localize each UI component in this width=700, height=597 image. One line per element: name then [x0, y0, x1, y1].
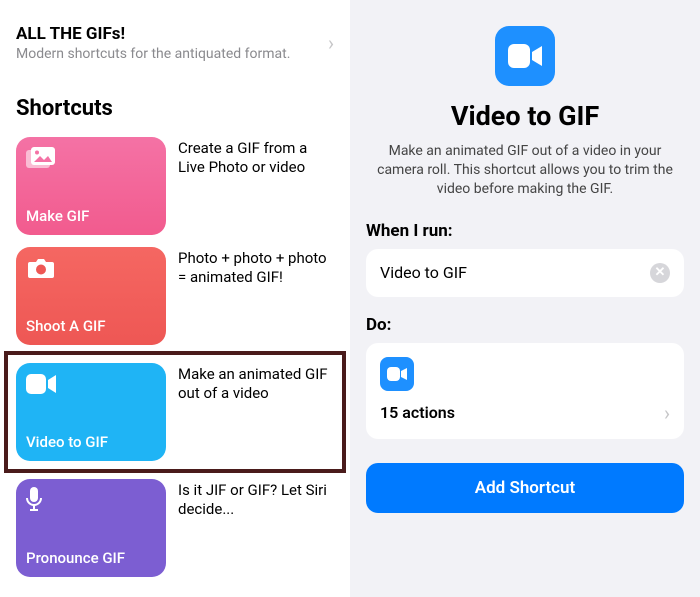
- detail-pane: Video to GIF Make an animated GIF out of…: [350, 0, 700, 597]
- shortcut-desc: Create a GIF from a Live Photo or video: [178, 137, 334, 177]
- video-icon: [495, 26, 555, 86]
- shortcut-card-shoot-gif[interactable]: Shoot A GIF: [16, 247, 166, 345]
- do-row: 15 actions ›: [380, 401, 670, 425]
- shortcut-row[interactable]: Pronounce GIF Is it JIF or GIF? Let Siri…: [0, 473, 350, 583]
- video-icon: [380, 357, 414, 391]
- shortcut-desc: Is it JIF or GIF? Let Siri decide...: [178, 479, 334, 519]
- add-shortcut-button[interactable]: Add Shortcut: [366, 463, 684, 513]
- chevron-right-icon: ›: [328, 31, 334, 55]
- clear-icon[interactable]: ✕: [650, 263, 670, 283]
- detail-title: Video to GIF: [366, 100, 684, 132]
- camera-icon: [26, 257, 58, 279]
- shortcut-row[interactable]: Shoot A GIF Photo + photo + photo = anim…: [0, 241, 350, 351]
- shortcut-label: Shoot A GIF: [26, 317, 156, 335]
- gallery-header[interactable]: ALL THE GIFs! Modern shortcuts for the a…: [0, 0, 350, 78]
- shortcut-desc: Make an animated GIF out of a video: [178, 363, 334, 403]
- shortcut-card-video-to-gif[interactable]: Video to GIF: [16, 363, 166, 461]
- gallery-pane: ALL THE GIFs! Modern shortcuts for the a…: [0, 0, 350, 597]
- shortcut-card-pronounce-gif[interactable]: Pronounce GIF: [16, 479, 166, 577]
- gallery-title: ALL THE GIFs!: [16, 24, 290, 44]
- photo-landscape-icon: [26, 147, 58, 169]
- shortcut-desc: Photo + photo + photo = animated GIF!: [178, 247, 334, 287]
- shortcut-label: Make GIF: [26, 207, 156, 225]
- do-card[interactable]: 15 actions ›: [366, 343, 684, 439]
- video-icon: [26, 373, 58, 395]
- chevron-right-icon: ›: [664, 401, 670, 425]
- shortcut-row[interactable]: Make GIF Create a GIF from a Live Photo …: [0, 131, 350, 241]
- shortcut-label: Pronounce GIF: [26, 549, 156, 567]
- when-input[interactable]: Video to GIF ✕: [366, 249, 684, 297]
- app-icon-wrap: [366, 26, 684, 86]
- actions-count: 15 actions: [380, 403, 455, 422]
- highlight-box: Video to GIF Make an animated GIF out of…: [4, 351, 346, 473]
- when-label: When I run:: [366, 221, 684, 241]
- detail-desc: Make an animated GIF out of a video in y…: [366, 142, 684, 199]
- microphone-icon: [26, 489, 58, 511]
- shortcut-row[interactable]: Video to GIF Make an animated GIF out of…: [16, 357, 334, 467]
- shortcut-card-make-gif[interactable]: Make GIF: [16, 137, 166, 235]
- gallery-subtitle: Modern shortcuts for the antiquated form…: [16, 46, 290, 62]
- do-label: Do:: [366, 315, 684, 335]
- gallery-header-text: ALL THE GIFs! Modern shortcuts for the a…: [16, 24, 290, 62]
- when-value: Video to GIF: [380, 263, 650, 282]
- shortcut-label: Video to GIF: [26, 433, 156, 451]
- section-title: Shortcuts: [0, 78, 350, 131]
